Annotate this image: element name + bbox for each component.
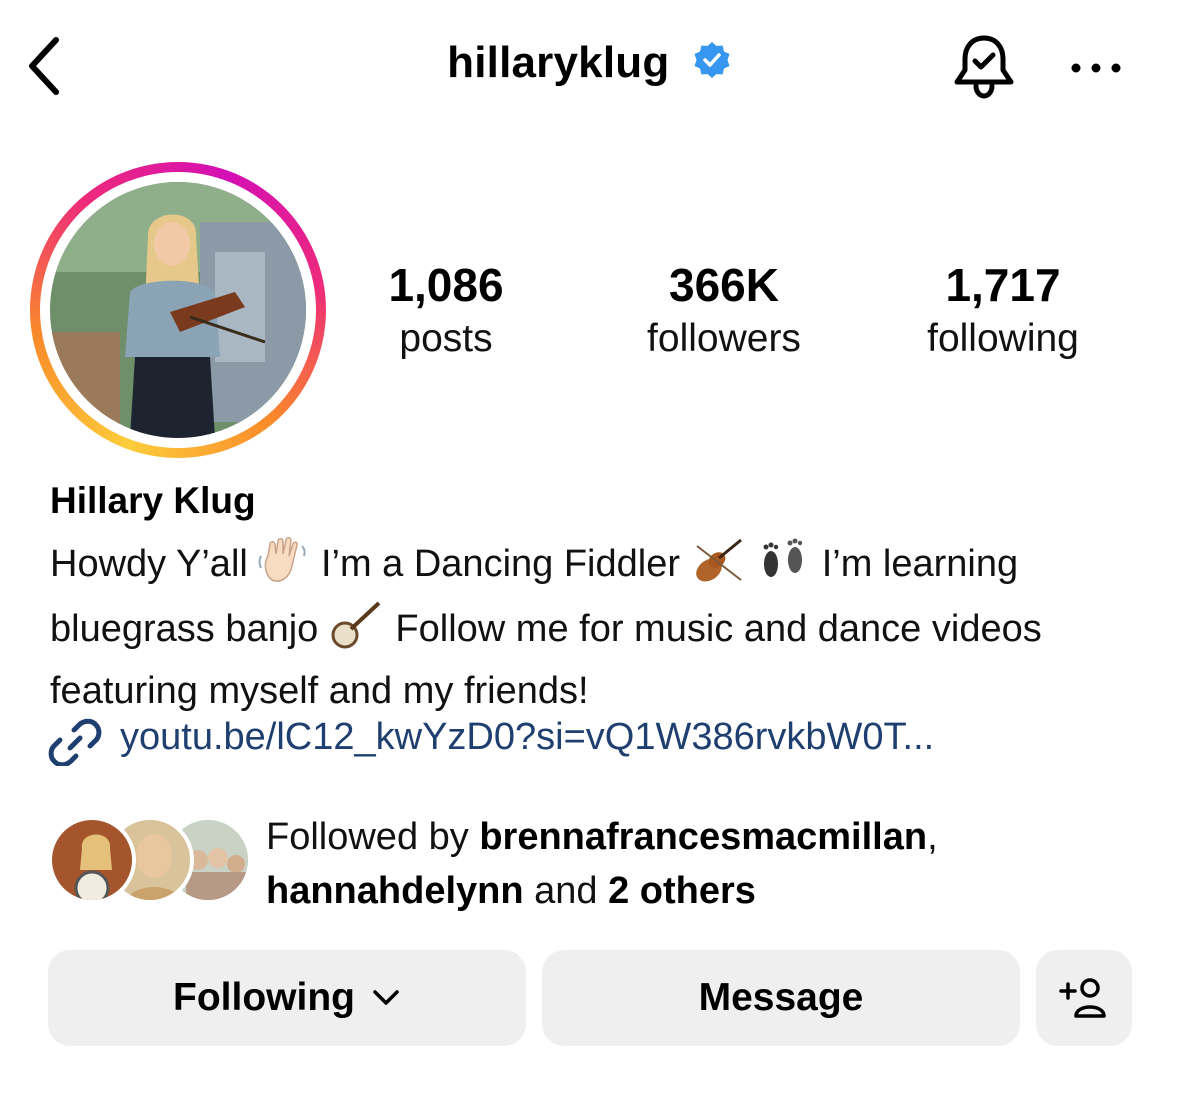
- profile-bio: Howdy Y’all I’m a Dancing Fiddler I’m le…: [50, 536, 1140, 718]
- avatar-photo-image: [50, 182, 306, 438]
- message-button-label: Message: [698, 976, 864, 1019]
- top-bar: hillaryklug: [0, 0, 1179, 130]
- mutual-others[interactable]: 2 others: [608, 870, 756, 912]
- chevron-down-icon: [373, 990, 399, 1005]
- followers-label: followers: [647, 317, 801, 360]
- following-count: 1,717: [945, 259, 1061, 311]
- followers-stat[interactable]: 366K followers: [594, 256, 854, 364]
- link-icon: [48, 718, 102, 766]
- more-dots-icon: [1071, 63, 1121, 73]
- verified-badge-icon: [694, 42, 730, 78]
- profile-link-text: youtu.be/lC12_kwYzD0?si=vQ1W386rvkbW0T..…: [120, 716, 935, 758]
- banjo-icon: [329, 599, 385, 664]
- suggested-users-button[interactable]: [1036, 950, 1132, 1046]
- posts-label: posts: [399, 317, 493, 360]
- following-button-label: Following: [173, 976, 355, 1019]
- add-person-icon: [1059, 978, 1106, 1018]
- display-name: Hillary Klug: [50, 480, 256, 521]
- username-title: hillaryklug: [447, 38, 670, 87]
- followed-by-separator: ,: [927, 816, 938, 858]
- bio-text-1: Howdy Y’all: [50, 543, 259, 585]
- followed-by-prefix: Followed by: [266, 816, 480, 858]
- violin-icon: [691, 536, 747, 599]
- following-button[interactable]: Following: [48, 950, 526, 1046]
- following-label: following: [927, 317, 1079, 360]
- followed-by-text: Followed by brennafrancesmacmillan, hann…: [266, 810, 1126, 918]
- mutual-followers[interactable]: Followed by brennafrancesmacmillan, hann…: [48, 810, 1148, 920]
- footprints-icon: [757, 536, 811, 599]
- followers-count: 366K: [669, 259, 779, 311]
- avatar-border: [40, 172, 316, 448]
- followed-by-conjunction: and: [523, 870, 609, 912]
- profile-avatar: [50, 182, 306, 438]
- mutual-user-1[interactable]: brennafrancesmacmillan: [479, 816, 927, 858]
- more-options-button[interactable]: [1066, 50, 1126, 86]
- bell-check-icon: [954, 35, 1014, 99]
- mutual-avatar-1: [48, 816, 136, 904]
- waving-hand-icon: [258, 536, 310, 599]
- message-button[interactable]: Message: [542, 950, 1020, 1046]
- mutual-user-2[interactable]: hannahdelynn: [266, 870, 524, 912]
- posts-stat[interactable]: 1,086 posts: [316, 256, 576, 364]
- notifications-bell-button[interactable]: [948, 30, 1020, 102]
- profile-avatar-story-ring[interactable]: [30, 162, 326, 458]
- posts-count: 1,086: [388, 259, 504, 311]
- following-stat[interactable]: 1,717 following: [873, 256, 1133, 364]
- bio-text-2: I’m a Dancing Fiddler: [320, 543, 680, 585]
